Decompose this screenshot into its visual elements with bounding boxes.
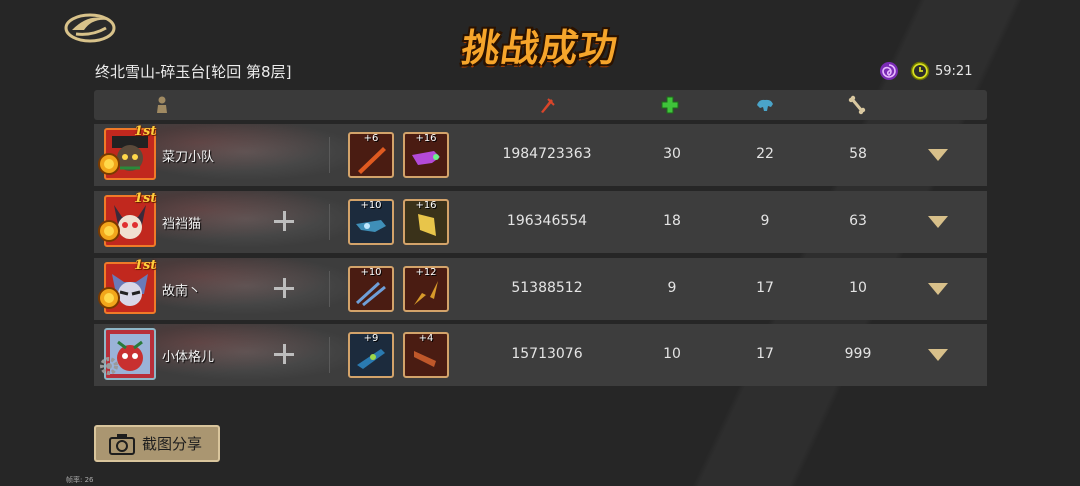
weapon-icon [414, 351, 436, 367]
player-row: 1st 故南丶 +10 +12 51388512 9 17 10 [94, 258, 987, 320]
weapon-icon [358, 147, 386, 174]
victory-title-text: 挑战成功 [458, 25, 622, 70]
weapon-icon [356, 220, 386, 232]
player-name: 菜刀小队 [162, 150, 215, 165]
tank-value: 17 [756, 280, 774, 296]
heal-icon [661, 96, 679, 114]
bone-value: 999 [844, 346, 872, 362]
medal-icon [98, 287, 120, 309]
damage-value: 51388512 [511, 280, 583, 296]
heal-value: 30 [663, 146, 681, 162]
add-friend-button[interactable] [274, 339, 296, 369]
bone-value: 63 [849, 213, 867, 229]
weapon-icon [357, 349, 385, 369]
divider [329, 337, 330, 373]
weapon-slot-2[interactable]: +4 [403, 332, 449, 378]
chevron-down-icon[interactable] [928, 283, 948, 295]
weapon-slot-1[interactable]: +9 [348, 332, 394, 378]
player-icon [157, 96, 167, 113]
heal-value: 9 [667, 280, 677, 296]
rank-badge: 1st [134, 258, 157, 273]
bone-value: 10 [849, 280, 867, 296]
weapon-slot-1[interactable]: +10 [348, 266, 394, 312]
victory-title: 挑战成功 [455, 20, 625, 76]
weapon-slot-2[interactable]: +12 [403, 266, 449, 312]
clock-icon [910, 61, 930, 81]
weapon-icon [414, 281, 438, 305]
timer: 59:21 [910, 61, 972, 81]
tank-value: 17 [756, 346, 774, 362]
player-row: 1st 裆裆猫 +10 +16 196346554 18 9 63 [94, 191, 987, 253]
medal-icon [98, 153, 120, 175]
tank-icon [757, 99, 773, 111]
player-row: 1st 菜刀小队 +6 +16 1984723363 30 22 58 [94, 124, 987, 186]
damage-value: 1984723363 [502, 146, 592, 162]
player-row: 小体格儿 +9 +4 15713076 10 17 999 [94, 324, 987, 386]
stage-name: 终北雪山-碎玉台[轮回 第8层] [95, 63, 292, 81]
share-label: 截图分享 [142, 435, 203, 453]
timer-value: 59:21 [935, 63, 973, 79]
rank-badge: 1st [134, 124, 157, 139]
back-button[interactable] [62, 8, 118, 44]
weapon-slot-1[interactable]: +10 [348, 199, 394, 245]
medal-icon [98, 220, 120, 242]
screenshot-share-button[interactable]: 截图分享 [94, 425, 220, 462]
camera-icon [109, 433, 135, 455]
fps-counter: 帧率: 26 [66, 476, 94, 484]
back-arrow-icon [64, 13, 116, 43]
rank-badge: 1st [134, 191, 157, 206]
bone-icon [848, 95, 866, 115]
tank-value: 22 [756, 146, 774, 162]
bone-value: 58 [849, 146, 867, 162]
divider [329, 204, 330, 240]
weapon-slot-2[interactable]: +16 [403, 199, 449, 245]
gear-icon [100, 357, 118, 375]
heal-value: 10 [663, 346, 681, 362]
weapon-slot-2[interactable]: +16 [403, 132, 449, 178]
weapon-icon [418, 214, 436, 236]
divider [329, 271, 330, 307]
player-name: 裆裆猫 [162, 217, 202, 232]
damage-value: 15713076 [511, 346, 583, 362]
damage-icon [541, 98, 555, 113]
portal-icon [880, 62, 898, 80]
weapon-icon [355, 281, 386, 307]
add-friend-button[interactable] [274, 206, 296, 236]
chevron-down-icon[interactable] [928, 216, 948, 228]
damage-value: 196346554 [506, 213, 588, 229]
weapon-icon [412, 151, 440, 165]
add-friend-button[interactable] [274, 273, 296, 303]
tank-value: 9 [760, 213, 770, 229]
stats-header [94, 90, 987, 120]
chevron-down-icon[interactable] [928, 149, 948, 161]
player-name: 小体格儿 [162, 350, 215, 365]
chevron-down-icon[interactable] [928, 349, 948, 361]
divider [329, 137, 330, 173]
heal-value: 18 [663, 213, 681, 229]
player-name: 故南丶 [162, 284, 202, 299]
weapon-slot-1[interactable]: +6 [348, 132, 394, 178]
